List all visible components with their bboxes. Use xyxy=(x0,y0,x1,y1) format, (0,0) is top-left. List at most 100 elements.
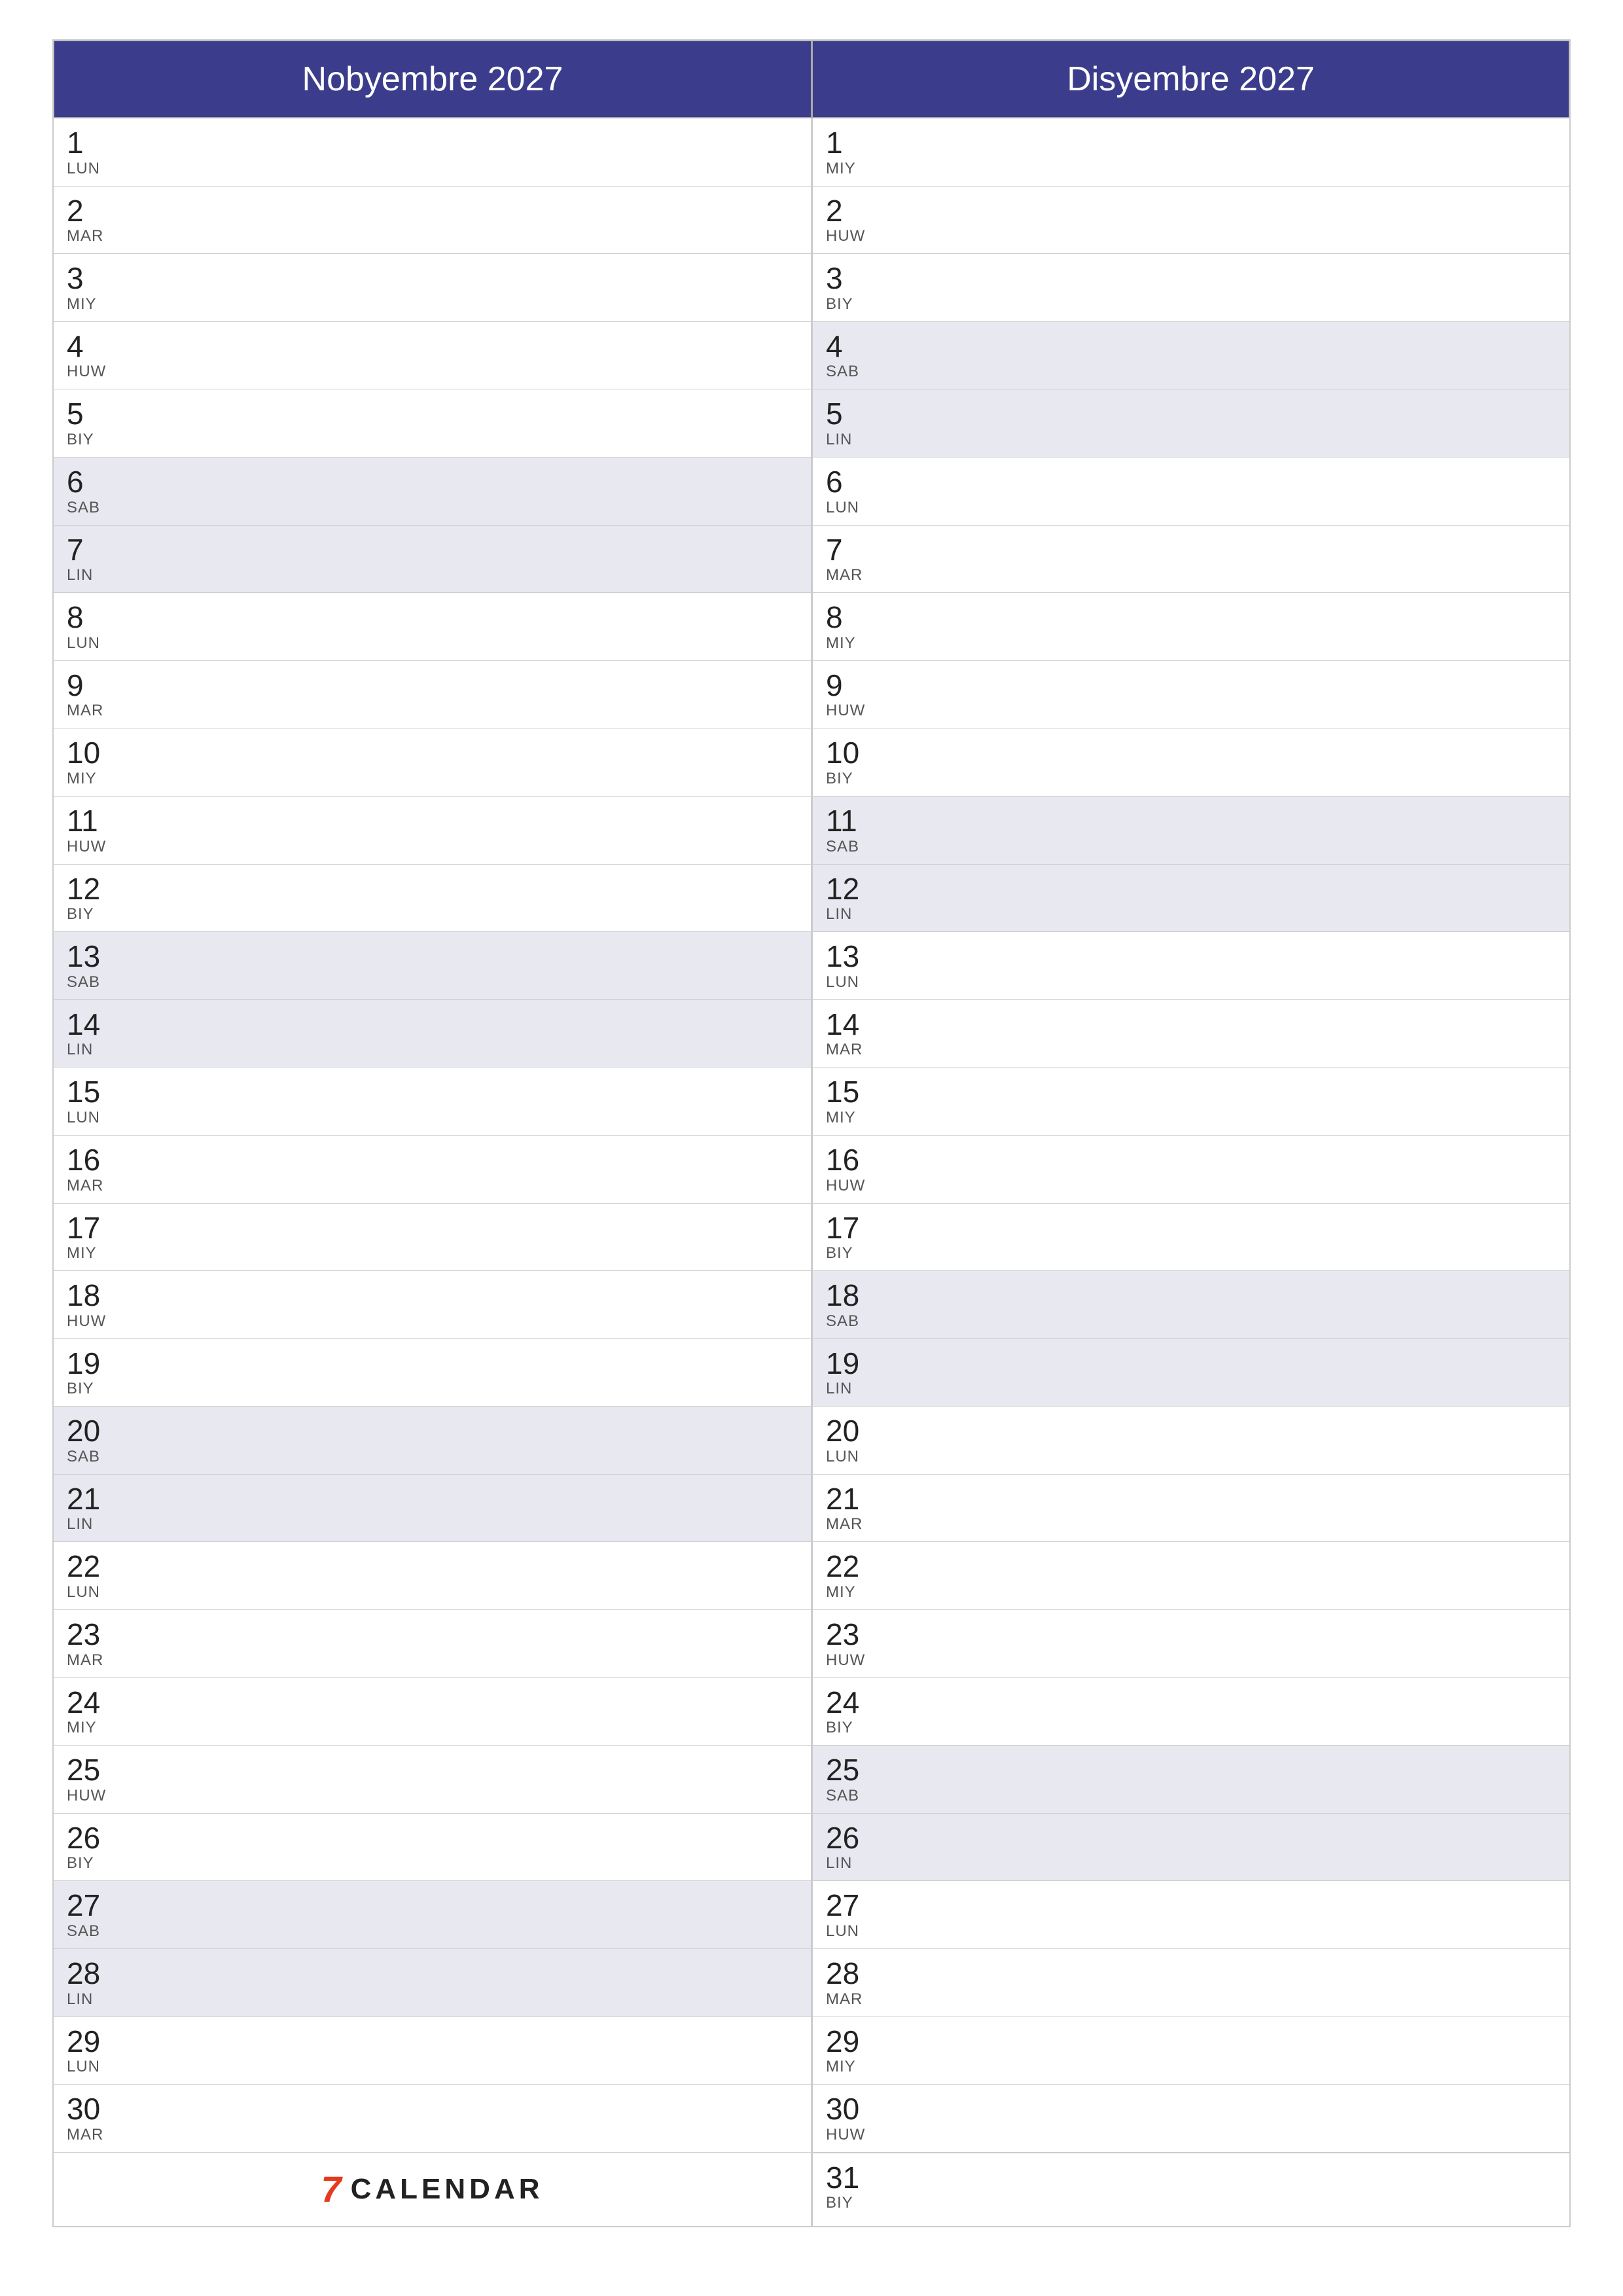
day-name: MAR xyxy=(67,1177,798,1195)
day-row: 17MIY17BIY xyxy=(54,1203,1569,1271)
dec-day-cell: 12LIN xyxy=(812,864,1569,932)
dec-day-cell: 13LUN xyxy=(812,931,1569,999)
day-number: 20 xyxy=(826,1414,1556,1448)
day-name: MAR xyxy=(826,1990,1556,2009)
day-number: 10 xyxy=(826,736,1556,770)
nov-day-cell: 15LUN xyxy=(54,1067,812,1135)
day-name: SAB xyxy=(826,363,1556,381)
nov-day-cell: 30MAR xyxy=(54,2084,812,2152)
day-name: LIN xyxy=(826,431,1556,449)
day-number: 20 xyxy=(67,1414,798,1448)
day-number: 6 xyxy=(67,465,798,499)
day-number: 27 xyxy=(67,1889,798,1922)
nov-day-cell: 12BIY xyxy=(54,864,812,932)
day-name: SAB xyxy=(826,838,1556,856)
day-name: BIY xyxy=(67,905,798,924)
dec-day-cell: 1MIY xyxy=(812,118,1569,186)
day-row: 7LIN7MAR xyxy=(54,525,1569,593)
day-number: 25 xyxy=(826,1753,1556,1787)
day-number: 3 xyxy=(67,262,798,295)
day-name: LIN xyxy=(67,1515,798,1534)
day-row: 29LUN29MIY xyxy=(54,2017,1569,2085)
day-row: 19BIY19LIN xyxy=(54,1338,1569,1407)
day-number: 14 xyxy=(826,1008,1556,1041)
rows-container: 1LUN1MIY2MAR2HUW3MIY3BIY4HUW4SAB5BIY5LIN… xyxy=(54,118,1569,2152)
day-name: SAB xyxy=(67,499,798,517)
dec-day-cell: 20LUN xyxy=(812,1406,1569,1474)
nov-day-cell: 4HUW xyxy=(54,321,812,389)
day-number: 26 xyxy=(826,1821,1556,1855)
day-number: 5 xyxy=(826,397,1556,431)
day-name: SAB xyxy=(67,1448,798,1466)
day-number: 25 xyxy=(67,1753,798,1787)
day-name: LIN xyxy=(826,1854,1556,1873)
day-name: MIY xyxy=(67,295,798,314)
nov-day-cell: 20SAB xyxy=(54,1406,812,1474)
day-number: 17 xyxy=(826,1211,1556,1245)
day-row: 24MIY24BIY xyxy=(54,1677,1569,1746)
day-number: 7 xyxy=(826,533,1556,567)
day-number: 17 xyxy=(67,1211,798,1245)
day-row: 23MAR23HUW xyxy=(54,1609,1569,1677)
dec-day-cell: 9HUW xyxy=(812,660,1569,728)
day-row: 3MIY3BIY xyxy=(54,253,1569,321)
day-name: HUW xyxy=(67,1312,798,1331)
day-name: HUW xyxy=(826,1651,1556,1670)
day-row: 27SAB27LUN xyxy=(54,1880,1569,1948)
day-name: BIY xyxy=(826,295,1556,314)
day-number: 12 xyxy=(826,872,1556,906)
nov-day-cell: 24MIY xyxy=(54,1677,812,1746)
day-number: 21 xyxy=(67,1482,798,1516)
day-name: MIY xyxy=(826,160,1556,178)
day-number: 18 xyxy=(67,1279,798,1312)
day-name: HUW xyxy=(826,1177,1556,1195)
day-name: HUW xyxy=(826,227,1556,245)
nov-day-cell: 19BIY xyxy=(54,1338,812,1407)
day-name: BIY xyxy=(826,1244,1556,1263)
day-number: 15 xyxy=(67,1075,798,1109)
dec-day-cell: 17BIY xyxy=(812,1203,1569,1271)
day-name: LUN xyxy=(67,2058,798,2076)
logo: 7 CALENDAR xyxy=(321,2171,543,2208)
calendar-page: Nobyembre 2027 Disyembre 2027 1LUN1MIY2M… xyxy=(52,39,1571,2227)
day-name: LUN xyxy=(826,973,1556,992)
nov-day-cell: 11HUW xyxy=(54,796,812,864)
nov-day-cell: 29LUN xyxy=(54,2017,812,2085)
day-number: 8 xyxy=(67,601,798,634)
dec-day-cell: 29MIY xyxy=(812,2017,1569,2085)
nov-day-cell: 10MIY xyxy=(54,728,812,796)
day-name: MIY xyxy=(67,770,798,788)
day-name: MAR xyxy=(67,1651,798,1670)
day-number: 13 xyxy=(67,940,798,973)
day-number: 22 xyxy=(826,1550,1556,1583)
day-row: 10MIY10BIY xyxy=(54,728,1569,796)
nov-day-cell: 22LUN xyxy=(54,1541,812,1609)
nov-day-cell: 16MAR xyxy=(54,1135,812,1203)
day-number: 13 xyxy=(826,940,1556,973)
dec-day-cell: 15MIY xyxy=(812,1067,1569,1135)
dec-day-cell: 24BIY xyxy=(812,1677,1569,1746)
day-name: HUW xyxy=(826,702,1556,720)
day-name: LIN xyxy=(67,1041,798,1059)
dec-day-cell: 2HUW xyxy=(812,186,1569,254)
day-name: BIY xyxy=(826,1719,1556,1737)
day-name: BIY xyxy=(67,431,798,449)
day-name: BIY xyxy=(67,1380,798,1398)
day-name: MIY xyxy=(67,1719,798,1737)
logo-icon: 7 xyxy=(321,2171,341,2208)
nov-day-cell: 14LIN xyxy=(54,999,812,1067)
day-row: 14LIN14MAR xyxy=(54,999,1569,1067)
day-name: LUN xyxy=(826,1922,1556,1941)
day-name: LIN xyxy=(67,566,798,584)
day-number: 22 xyxy=(67,1550,798,1583)
day-number: 5 xyxy=(67,397,798,431)
day-name: MAR xyxy=(67,227,798,245)
day-row: 26BIY26LIN xyxy=(54,1813,1569,1881)
logo-area: 7 CALENDAR xyxy=(54,2153,812,2226)
day-number: 9 xyxy=(67,669,798,702)
nov-day-cell: 1LUN xyxy=(54,118,812,186)
day-number: 9 xyxy=(826,669,1556,702)
day-name: LIN xyxy=(826,905,1556,924)
day-name: HUW xyxy=(67,1787,798,1805)
nov-day-cell: 18HUW xyxy=(54,1270,812,1338)
